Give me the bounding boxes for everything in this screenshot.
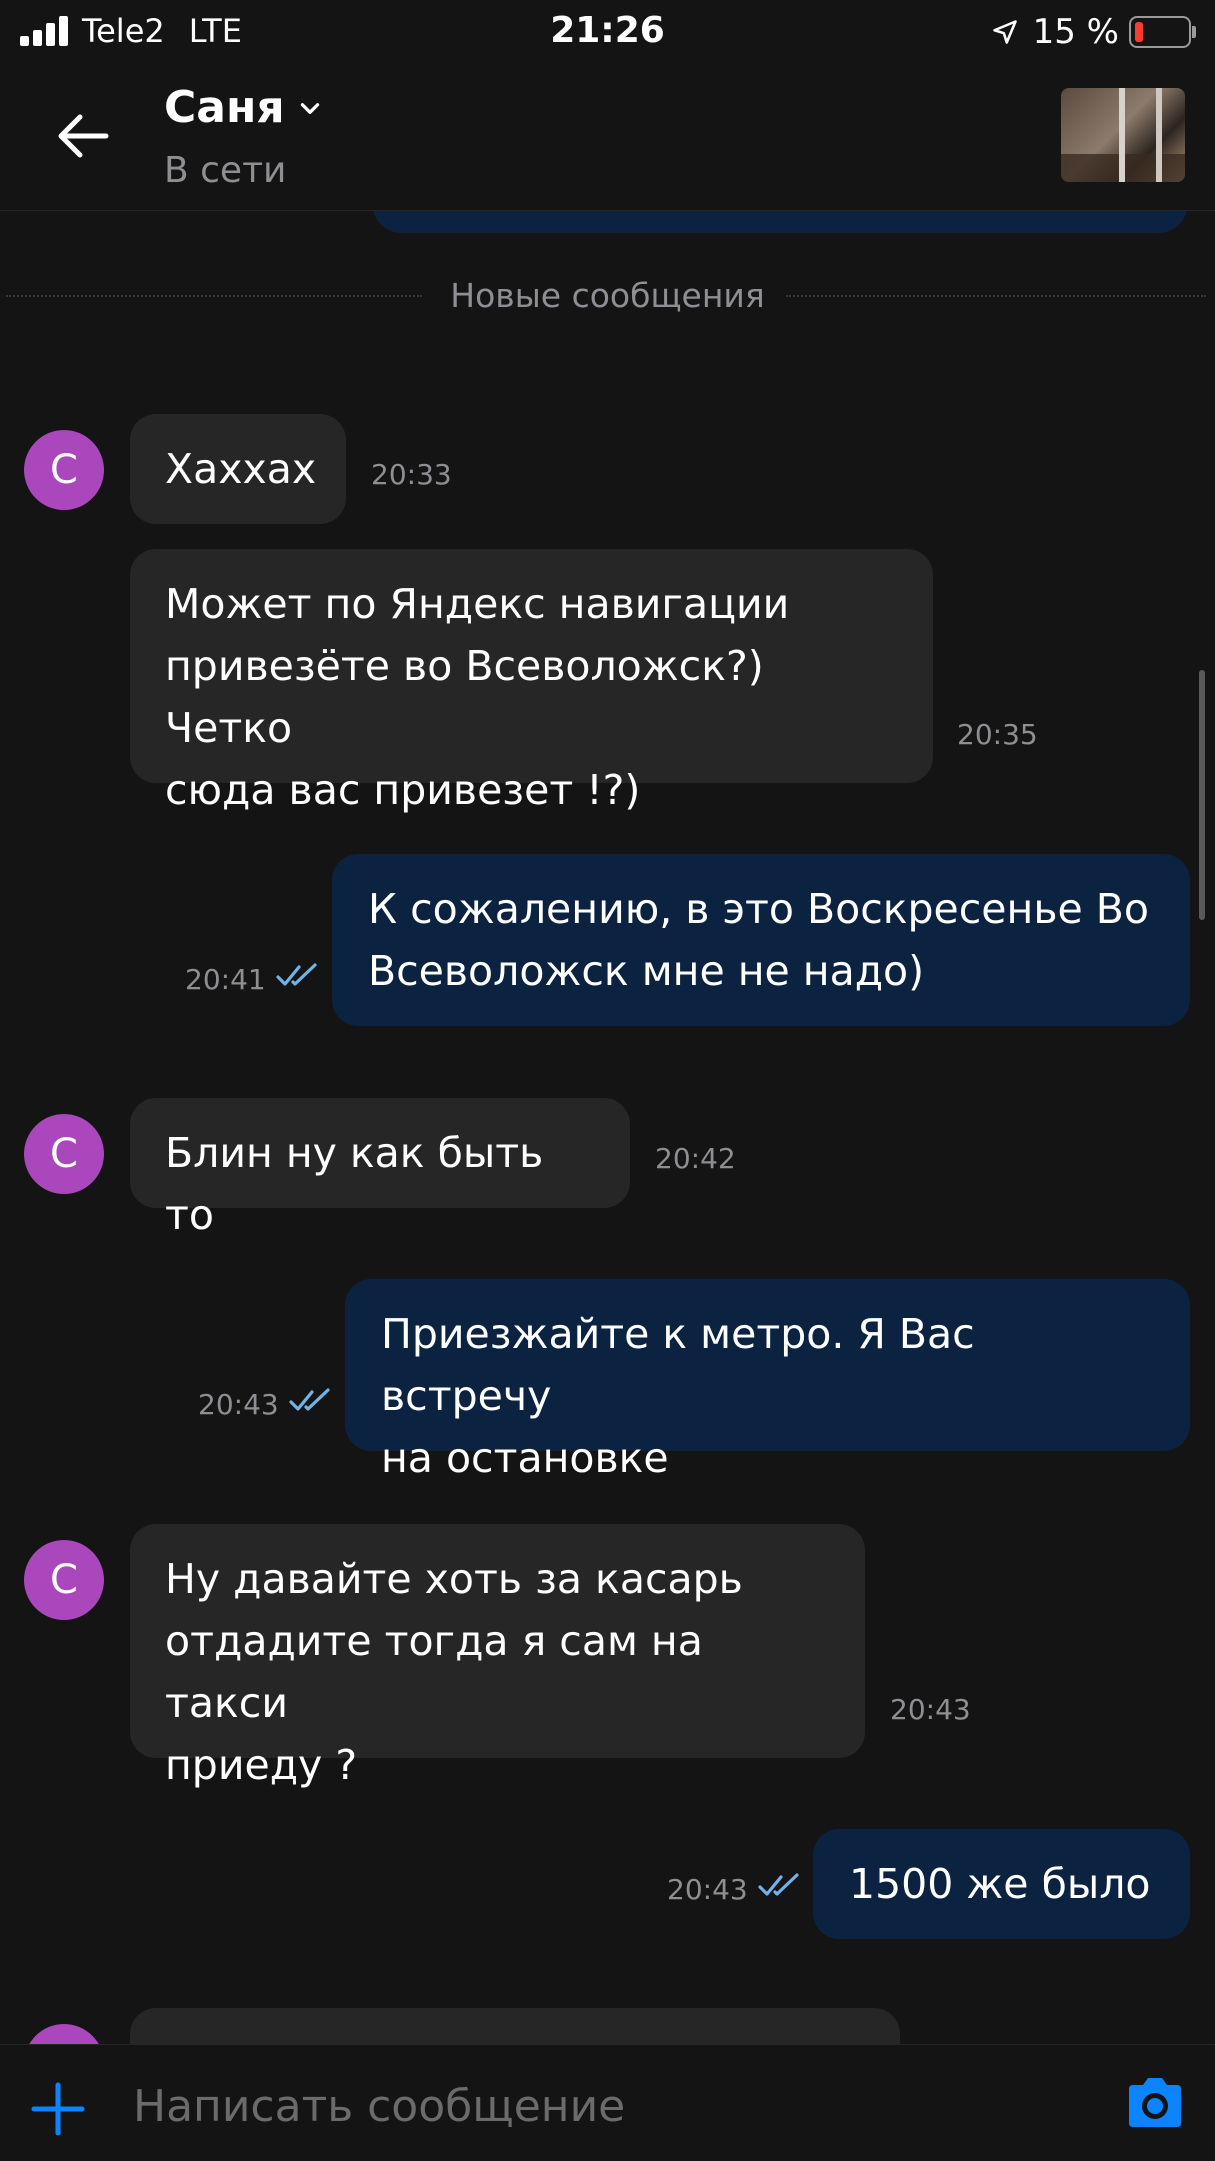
- contact-photo[interactable]: [1061, 88, 1185, 182]
- contact-title[interactable]: Саня: [164, 82, 323, 133]
- message-time: 20:33: [371, 458, 452, 491]
- message-line: сюда вас привезет !?): [165, 766, 641, 814]
- plus-icon[interactable]: [30, 2081, 86, 2137]
- previous-message-bubble: [372, 211, 1188, 233]
- incoming-message[interactable]: Блин ну как быть то: [130, 1098, 630, 1239]
- message-time: 20:43: [890, 1693, 971, 1726]
- message-list[interactable]: Новые сообщения С Хаххах 20:33 Может по …: [0, 211, 1215, 2045]
- message-line: Приезжайте к метро. Я Вас встречу: [381, 1310, 975, 1420]
- incoming-message[interactable]: Хаххах: [130, 414, 346, 524]
- outgoing-message[interactable]: К сожалению, в это Воскресенье Во Всевол…: [332, 854, 1190, 1026]
- incoming-message-partial[interactable]: [130, 2008, 900, 2045]
- outgoing-message[interactable]: Приезжайте к метро. Я Вас встречу на ост…: [345, 1279, 1190, 1482]
- contact-name[interactable]: Саня: [164, 82, 285, 133]
- location-arrow-icon: [992, 20, 1017, 44]
- message-line: отдадите тогда я сам на такси: [165, 1617, 703, 1727]
- message-input[interactable]: Написать сообщение: [133, 2081, 625, 2132]
- status-bar: Tele2 LTE 21:26 15 %: [0, 0, 1215, 62]
- camera-icon[interactable]: [1123, 2073, 1187, 2133]
- battery-icon: [1129, 16, 1196, 48]
- message-composer: Написать сообщение: [0, 2044, 1215, 2161]
- message-time: 20:43: [667, 1873, 748, 1906]
- back-arrow-icon[interactable]: [52, 106, 112, 166]
- new-messages-label: Новые сообщения: [450, 276, 765, 315]
- message-line: К сожалению, в это Воскресенье Во: [368, 885, 1149, 933]
- status-right: 15 %: [991, 12, 1196, 52]
- message-line: на остановке: [381, 1434, 669, 1482]
- message-line: Блин ну как быть то: [165, 1129, 544, 1239]
- chat-header: Саня В сети: [0, 62, 1215, 211]
- contact-status: В сети: [164, 150, 287, 191]
- avatar[interactable]: С: [24, 1114, 104, 1194]
- read-ticks-icon: [276, 963, 317, 986]
- incoming-message[interactable]: Может по Яндекс навигации привезёте во В…: [130, 549, 933, 814]
- message-line: Ну давайте хоть за касарь: [165, 1555, 743, 1603]
- message-line: 1500 же было: [849, 1860, 1151, 1908]
- message-line: Хаххах: [165, 445, 317, 493]
- chevron-down-icon[interactable]: [297, 95, 323, 121]
- message-line: привезёте во Всеволожск?) Четко: [165, 642, 764, 752]
- message-line: Может по Яндекс навигации: [165, 580, 790, 628]
- message-time: 20:42: [655, 1142, 736, 1175]
- new-messages-divider: Новые сообщения: [0, 276, 1215, 315]
- message-line: приеду ?: [165, 1741, 358, 1789]
- outgoing-message[interactable]: 1500 же было: [813, 1829, 1190, 1939]
- battery-percent: 15 %: [1032, 12, 1119, 52]
- message-time: 20:41: [185, 963, 266, 996]
- avatar[interactable]: С: [24, 430, 104, 510]
- message-time: 20:43: [198, 1388, 279, 1421]
- read-ticks-icon: [758, 1873, 799, 1896]
- avatar[interactable]: С: [24, 2024, 104, 2045]
- message-line: Всеволожск мне не надо): [368, 947, 925, 995]
- read-ticks-icon: [289, 1388, 330, 1411]
- incoming-message[interactable]: Ну давайте хоть за касарь отдадите тогда…: [130, 1524, 865, 1789]
- avatar[interactable]: С: [24, 1540, 104, 1620]
- message-time: 20:35: [957, 718, 1038, 751]
- scrollbar[interactable]: [1199, 670, 1205, 920]
